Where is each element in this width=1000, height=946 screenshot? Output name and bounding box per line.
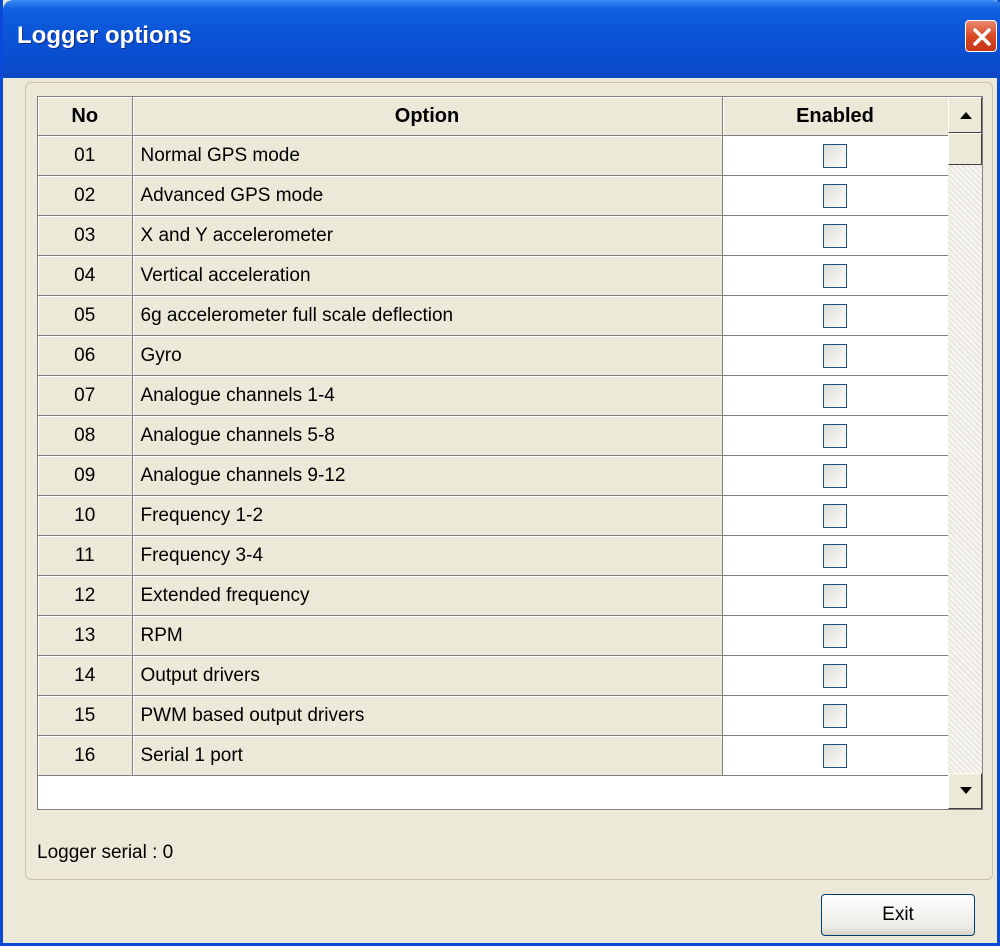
table-row[interactable]: 12 Extended frequency xyxy=(38,575,949,616)
enabled-checkbox[interactable] xyxy=(823,463,847,488)
enabled-checkbox[interactable] xyxy=(823,383,847,408)
option-name: X and Y accelerometer xyxy=(132,215,723,256)
table-row[interactable]: 07 Analogue channels 1-4 xyxy=(38,375,949,416)
enabled-checkbox[interactable] xyxy=(823,423,847,448)
option-name: Analogue channels 1-4 xyxy=(132,375,723,416)
enabled-checkbox[interactable] xyxy=(823,663,847,688)
row-number: 07 xyxy=(38,375,133,416)
row-number: 01 xyxy=(38,135,133,176)
table-row[interactable]: 06 Gyro xyxy=(38,335,949,376)
table-row[interactable]: 05 6g accelerometer full scale deflection xyxy=(38,295,949,336)
enabled-cell xyxy=(722,495,949,536)
arrow-up-icon xyxy=(960,112,972,119)
table-row[interactable]: 04 Vertical acceleration xyxy=(38,255,949,296)
enabled-checkbox[interactable] xyxy=(823,143,847,168)
option-name: Frequency 3-4 xyxy=(132,535,723,576)
option-name: Gyro xyxy=(132,335,723,376)
column-header-option[interactable]: Option xyxy=(132,97,723,136)
logger-options-window: Logger options No Option Enabled 01 Norma… xyxy=(0,0,1000,946)
scroll-thumb[interactable] xyxy=(948,133,982,165)
option-name: PWM based output drivers xyxy=(132,695,723,736)
table-row[interactable]: 16 Serial 1 port xyxy=(38,735,949,776)
enabled-cell xyxy=(722,535,949,576)
row-number: 14 xyxy=(38,655,133,696)
table-row[interactable]: 15 PWM based output drivers xyxy=(38,695,949,736)
option-name: Output drivers xyxy=(132,655,723,696)
option-name: Serial 1 port xyxy=(132,735,723,776)
enabled-checkbox[interactable] xyxy=(823,543,847,568)
enabled-cell xyxy=(722,135,949,176)
arrow-down-icon xyxy=(960,787,972,794)
table-row[interactable]: 09 Analogue channels 9-12 xyxy=(38,455,949,496)
enabled-cell xyxy=(722,655,949,696)
vertical-scrollbar[interactable] xyxy=(948,97,982,809)
row-number: 06 xyxy=(38,335,133,376)
option-name: 6g accelerometer full scale deflection xyxy=(132,295,723,336)
option-name: Extended frequency xyxy=(132,575,723,616)
row-number: 09 xyxy=(38,455,133,496)
table-row[interactable]: 08 Analogue channels 5-8 xyxy=(38,415,949,456)
enabled-cell xyxy=(722,375,949,416)
enabled-checkbox[interactable] xyxy=(823,183,847,208)
enabled-cell xyxy=(722,335,949,376)
table-row[interactable]: 02 Advanced GPS mode xyxy=(38,175,949,216)
row-number: 08 xyxy=(38,415,133,456)
option-name: Normal GPS mode xyxy=(132,135,723,176)
enabled-checkbox[interactable] xyxy=(823,263,847,288)
row-number: 15 xyxy=(38,695,133,736)
enabled-checkbox[interactable] xyxy=(823,623,847,648)
close-button[interactable] xyxy=(965,20,997,52)
enabled-checkbox[interactable] xyxy=(823,343,847,368)
enabled-cell xyxy=(722,215,949,256)
enabled-cell xyxy=(722,695,949,736)
enabled-checkbox[interactable] xyxy=(823,503,847,528)
row-number: 16 xyxy=(38,735,133,776)
enabled-cell xyxy=(722,615,949,656)
enabled-cell xyxy=(722,255,949,296)
option-name: Vertical acceleration xyxy=(132,255,723,296)
exit-button[interactable]: Exit xyxy=(821,894,975,936)
enabled-checkbox[interactable] xyxy=(823,583,847,608)
enabled-checkbox[interactable] xyxy=(823,703,847,728)
enabled-checkbox[interactable] xyxy=(823,303,847,328)
window-title: Logger options xyxy=(17,22,192,49)
scroll-down-button[interactable] xyxy=(948,773,982,809)
row-number: 11 xyxy=(38,535,133,576)
option-name: Analogue channels 9-12 xyxy=(132,455,723,496)
row-number: 12 xyxy=(38,575,133,616)
header-row: No Option Enabled xyxy=(38,97,949,136)
title-bar[interactable]: Logger options xyxy=(3,0,1000,78)
column-header-enabled[interactable]: Enabled xyxy=(722,97,949,136)
enabled-checkbox[interactable] xyxy=(823,223,847,248)
column-header-no[interactable]: No xyxy=(38,97,133,136)
row-number: 10 xyxy=(38,495,133,536)
scroll-up-button[interactable] xyxy=(948,97,982,133)
row-number: 13 xyxy=(38,615,133,656)
enabled-cell xyxy=(722,455,949,496)
logger-serial-label: Logger serial : 0 xyxy=(37,842,174,863)
enabled-cell xyxy=(722,575,949,616)
option-name: Advanced GPS mode xyxy=(132,175,723,216)
close-icon xyxy=(973,28,991,46)
table-row[interactable]: 10 Frequency 1-2 xyxy=(38,495,949,536)
enabled-checkbox[interactable] xyxy=(823,743,847,768)
enabled-cell xyxy=(722,415,949,456)
enabled-cell xyxy=(722,295,949,336)
table-row[interactable]: 03 X and Y accelerometer xyxy=(38,215,949,256)
row-number: 05 xyxy=(38,295,133,336)
options-grid[interactable]: No Option Enabled 01 Normal GPS mode 02 Adv… xyxy=(37,96,983,810)
table-row[interactable]: 01 Normal GPS mode xyxy=(38,135,949,176)
table-row[interactable]: 13 RPM xyxy=(38,615,949,656)
option-name: Analogue channels 5-8 xyxy=(132,415,723,456)
row-number: 04 xyxy=(38,255,133,296)
enabled-cell xyxy=(722,735,949,776)
row-number: 02 xyxy=(38,175,133,216)
option-name: Frequency 1-2 xyxy=(132,495,723,536)
table-row[interactable]: 14 Output drivers xyxy=(38,655,949,696)
row-number: 03 xyxy=(38,215,133,256)
options-table: No Option Enabled 01 Normal GPS mode 02 Adv… xyxy=(38,97,949,776)
table-row[interactable]: 11 Frequency 3-4 xyxy=(38,535,949,576)
enabled-cell xyxy=(722,175,949,216)
option-name: RPM xyxy=(132,615,723,656)
